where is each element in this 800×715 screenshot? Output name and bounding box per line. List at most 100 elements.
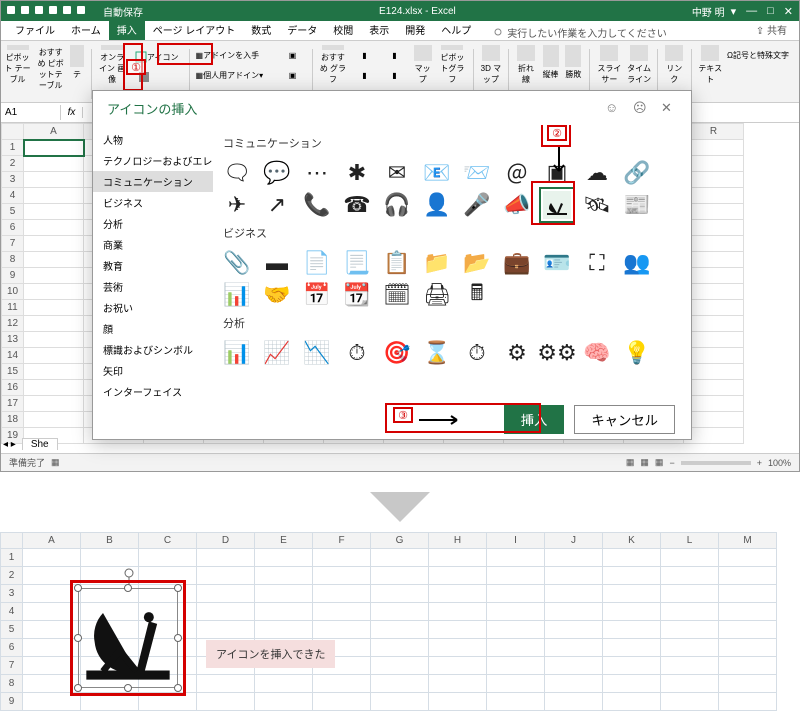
category-item[interactable]: インターフェイス [93,381,213,399]
icon-handshake[interactable]: 🤝 [263,281,291,309]
icon-share-arrow[interactable]: ↗ [263,191,291,219]
icon-line-chart[interactable]: 📈 [263,339,291,367]
row-header[interactable]: 4 [1,603,23,621]
row-header[interactable]: 7 [2,236,24,252]
dialog-cancel-button[interactable]: キャンセル [574,405,675,434]
user-name[interactable]: 中野 明 [692,4,725,19]
smile-icon[interactable]: ☺ [605,100,621,116]
icon-speech-bubble[interactable]: 🗨 [223,159,251,187]
row-header[interactable]: 5 [1,621,23,639]
maximize-icon[interactable]: □ [767,5,774,18]
icon-microphone[interactable]: 🎤 [463,191,491,219]
icon-id-badge[interactable]: 🪪 [543,249,571,277]
row-header[interactable]: 18 [2,412,24,428]
icon-satellite[interactable]: 🛰 [583,191,611,219]
icon-at-sign[interactable]: ＠ [503,159,531,187]
col-header[interactable]: F [313,533,371,549]
icon-cloud-download[interactable]: ☁ [583,159,611,187]
tab-help[interactable]: ヘルプ [433,19,479,40]
icon-team[interactable]: 👥 [623,249,651,277]
autosave-toggle-label[interactable]: 自動保存 [103,4,143,19]
icon-line-chart-down[interactable]: 📉 [303,339,331,367]
row-header[interactable]: 3 [1,585,23,603]
col-header[interactable]: E [255,533,313,549]
row-header[interactable]: 9 [1,693,23,711]
frown-icon[interactable]: ☹ [633,100,649,116]
tab-review[interactable]: 校閲 [325,19,361,40]
col-header[interactable]: H [429,533,487,549]
row-header[interactable]: 2 [1,567,23,585]
col-header[interactable]: L [661,533,719,549]
tab-page-layout[interactable]: ページ レイアウト [145,19,244,40]
category-item[interactable]: 分析 [93,213,213,234]
table-button[interactable]: テ [69,45,84,85]
quick-access-toolbar[interactable] [7,4,97,19]
sheet-tab[interactable]: She [22,438,58,450]
icon-calendar-week[interactable]: 📆 [343,281,371,309]
row-header[interactable]: 16 [2,380,24,396]
row-header[interactable]: 6 [1,639,23,657]
icon-envelope-open[interactable]: 📧 [423,159,451,187]
symbol-button[interactable]: Ω 記号と特殊文字 [727,45,797,65]
category-item[interactable]: 教育 [93,255,213,276]
icon-headset[interactable]: 🎧 [383,191,411,219]
tab-formulas[interactable]: 数式 [243,19,279,40]
col-header[interactable]: I [487,533,545,549]
area-chart-button[interactable]: ▮ [382,65,408,85]
3d-map-button[interactable]: 3D マップ [480,45,502,85]
category-item[interactable]: 商業 [93,234,213,255]
icon-paper-plane[interactable]: ✈ [223,191,251,219]
icon-phone[interactable]: 📞 [303,191,331,219]
row-header[interactable]: 3 [2,172,24,188]
col-header[interactable]: A [23,533,81,549]
fx-button[interactable]: fx [61,107,83,118]
col-header[interactable]: A [24,124,84,140]
icon-telephone[interactable]: ☎ [343,191,371,219]
icon-folder[interactable]: 📁 [423,249,451,277]
bar-chart-button[interactable]: ▮ [382,45,408,65]
sparkline-column-button[interactable]: 縦棒 [541,45,560,85]
icon-speech-bubbles[interactable]: 💬 [263,159,291,187]
category-item[interactable]: 標識およびシンボル [93,339,213,360]
ribbon-options-icon[interactable]: ▾ [731,5,737,18]
icon-inbox[interactable]: 📨 [463,159,491,187]
row-header[interactable]: 13 [2,332,24,348]
icon-newspaper[interactable]: 📰 [623,191,651,219]
row-header[interactable]: 17 [2,396,24,412]
icon-org-chart[interactable]: ⛶ [583,249,611,277]
select-all-corner[interactable] [2,124,24,140]
icon-target[interactable]: 🎯 [383,339,411,367]
col-header[interactable]: G [371,533,429,549]
text-button[interactable]: テキスト [697,45,723,85]
my-addins-button[interactable]: ▦ 個人用アドイン ▾ [196,65,276,85]
category-item[interactable]: 顔 [93,318,213,339]
category-item[interactable]: 矢印 [93,360,213,381]
row-header[interactable]: 10 [2,284,24,300]
icon-brain-gear[interactable]: 🧠 [583,339,611,367]
icon-gear[interactable]: ⚙ [503,339,531,367]
row-header[interactable]: 15 [2,364,24,380]
people-graph-button[interactable]: ▣ [280,65,306,85]
icon-contact[interactable]: 👤 [423,191,451,219]
col-header[interactable]: C [139,533,197,549]
row-header[interactable]: 14 [2,348,24,364]
icon-gauge[interactable]: ⏱ [343,339,371,367]
col-header[interactable]: K [603,533,661,549]
zoom-level[interactable]: 100% [768,458,791,468]
col-header[interactable]: B [81,533,139,549]
tab-view[interactable]: 表示 [361,19,397,40]
row-header[interactable]: 8 [1,675,23,693]
icon-stopwatch[interactable]: ⏱ [463,339,491,367]
view-page-break-button[interactable]: ▦ [655,457,664,468]
qat-icons[interactable] [7,4,97,16]
icon-presentation[interactable]: 📊 [223,281,251,309]
zoom-slider[interactable] [681,461,751,465]
row-header[interactable]: 12 [2,316,24,332]
view-normal-button[interactable]: ▦ [626,457,635,468]
tab-home[interactable]: ホーム [63,19,109,40]
cell-A1[interactable] [24,140,84,156]
row-header[interactable]: 6 [2,220,24,236]
row-header[interactable]: 8 [2,252,24,268]
zoom-out-button[interactable]: − [669,458,674,468]
icon-ellipsis[interactable]: ⋯ [303,159,331,187]
